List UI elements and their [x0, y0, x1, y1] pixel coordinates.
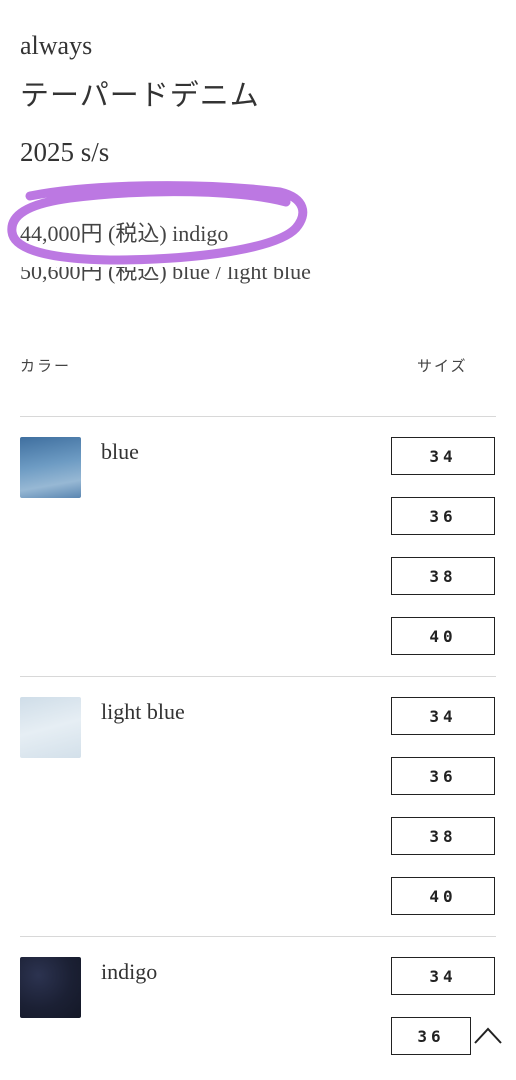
divider — [20, 936, 496, 937]
brand-name: always — [20, 31, 93, 60]
size-button[interactable]: 38 — [391, 557, 495, 595]
size-button[interactable]: 36 — [391, 497, 495, 535]
price-blue-lightblue: 50,600円 (税込) blue / light blue — [20, 259, 311, 284]
color-name-indigo: indigo — [101, 959, 158, 984]
product-title: テーパードデニム — [20, 78, 260, 112]
divider — [20, 416, 496, 417]
chevron-up-icon[interactable] — [472, 1022, 504, 1048]
divider — [20, 676, 496, 677]
color-name-blue: blue — [101, 439, 139, 464]
size-button[interactable]: 34 — [391, 697, 495, 735]
size-button[interactable]: 34 — [391, 437, 495, 475]
size-column-header: サイズ — [417, 357, 468, 375]
price-indigo: 44,000円 (税込) indigo — [20, 221, 229, 246]
size-button[interactable]: 36 — [391, 1017, 471, 1055]
size-button[interactable]: 38 — [391, 817, 495, 855]
color-column-header: カラー — [20, 357, 72, 375]
color-swatch-blue[interactable] — [20, 437, 81, 498]
size-button[interactable]: 40 — [391, 617, 495, 655]
color-swatch-light-blue[interactable] — [20, 697, 81, 758]
season-label: 2025 s/s — [20, 137, 110, 167]
size-button[interactable]: 34 — [391, 957, 495, 995]
size-button[interactable]: 40 — [391, 877, 495, 915]
size-button[interactable]: 36 — [391, 757, 495, 795]
color-name-light-blue: light blue — [101, 699, 185, 724]
color-swatch-indigo[interactable] — [20, 957, 81, 1018]
